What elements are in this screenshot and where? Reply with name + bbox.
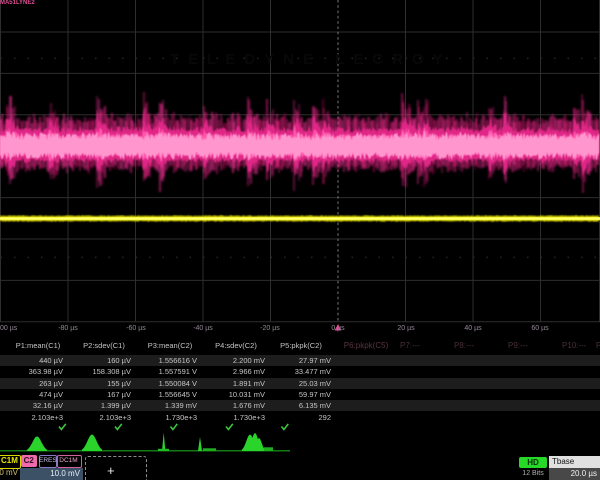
svg-text:TELEDYNE LECROY: TELEDYNE LECROY — [170, 51, 452, 68]
